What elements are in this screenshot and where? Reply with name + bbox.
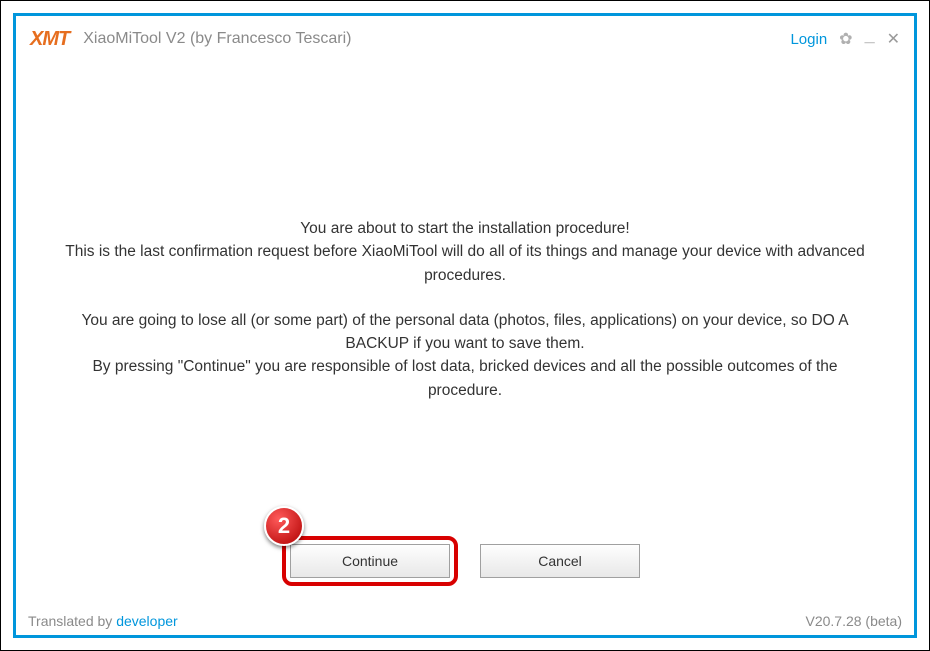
minimize-icon[interactable]: _	[865, 25, 875, 46]
footer: Translated by developer V20.7.28 (beta)	[16, 607, 914, 635]
window-title: XiaoMiTool V2 (by Francesco Tescari)	[83, 30, 351, 48]
developer-link[interactable]: developer	[116, 613, 178, 629]
content-area: You are about to start the installation …	[16, 62, 914, 607]
version-label: V20.7.28 (beta)	[805, 613, 902, 629]
warning-paragraph-2: You are going to lose all (or some part)…	[55, 309, 875, 402]
titlebar: XMT XiaoMiTool V2 (by Francesco Tescari)…	[16, 16, 914, 62]
warning-paragraph-1: You are about to start the installation …	[55, 217, 875, 287]
step-badge: 2	[264, 506, 304, 546]
app-logo: XMT	[30, 28, 69, 51]
translated-by-label: Translated by	[28, 613, 116, 629]
login-link[interactable]: Login	[790, 31, 827, 48]
gear-icon[interactable]: ✿	[839, 29, 852, 49]
continue-button[interactable]: Continue	[290, 544, 450, 578]
app-window: XMT XiaoMiTool V2 (by Francesco Tescari)…	[13, 13, 917, 638]
close-icon[interactable]: ✕	[887, 29, 900, 49]
button-row: 2 Continue Cancel	[290, 544, 640, 578]
cancel-button[interactable]: Cancel	[480, 544, 640, 578]
footer-left: Translated by developer	[28, 613, 178, 629]
